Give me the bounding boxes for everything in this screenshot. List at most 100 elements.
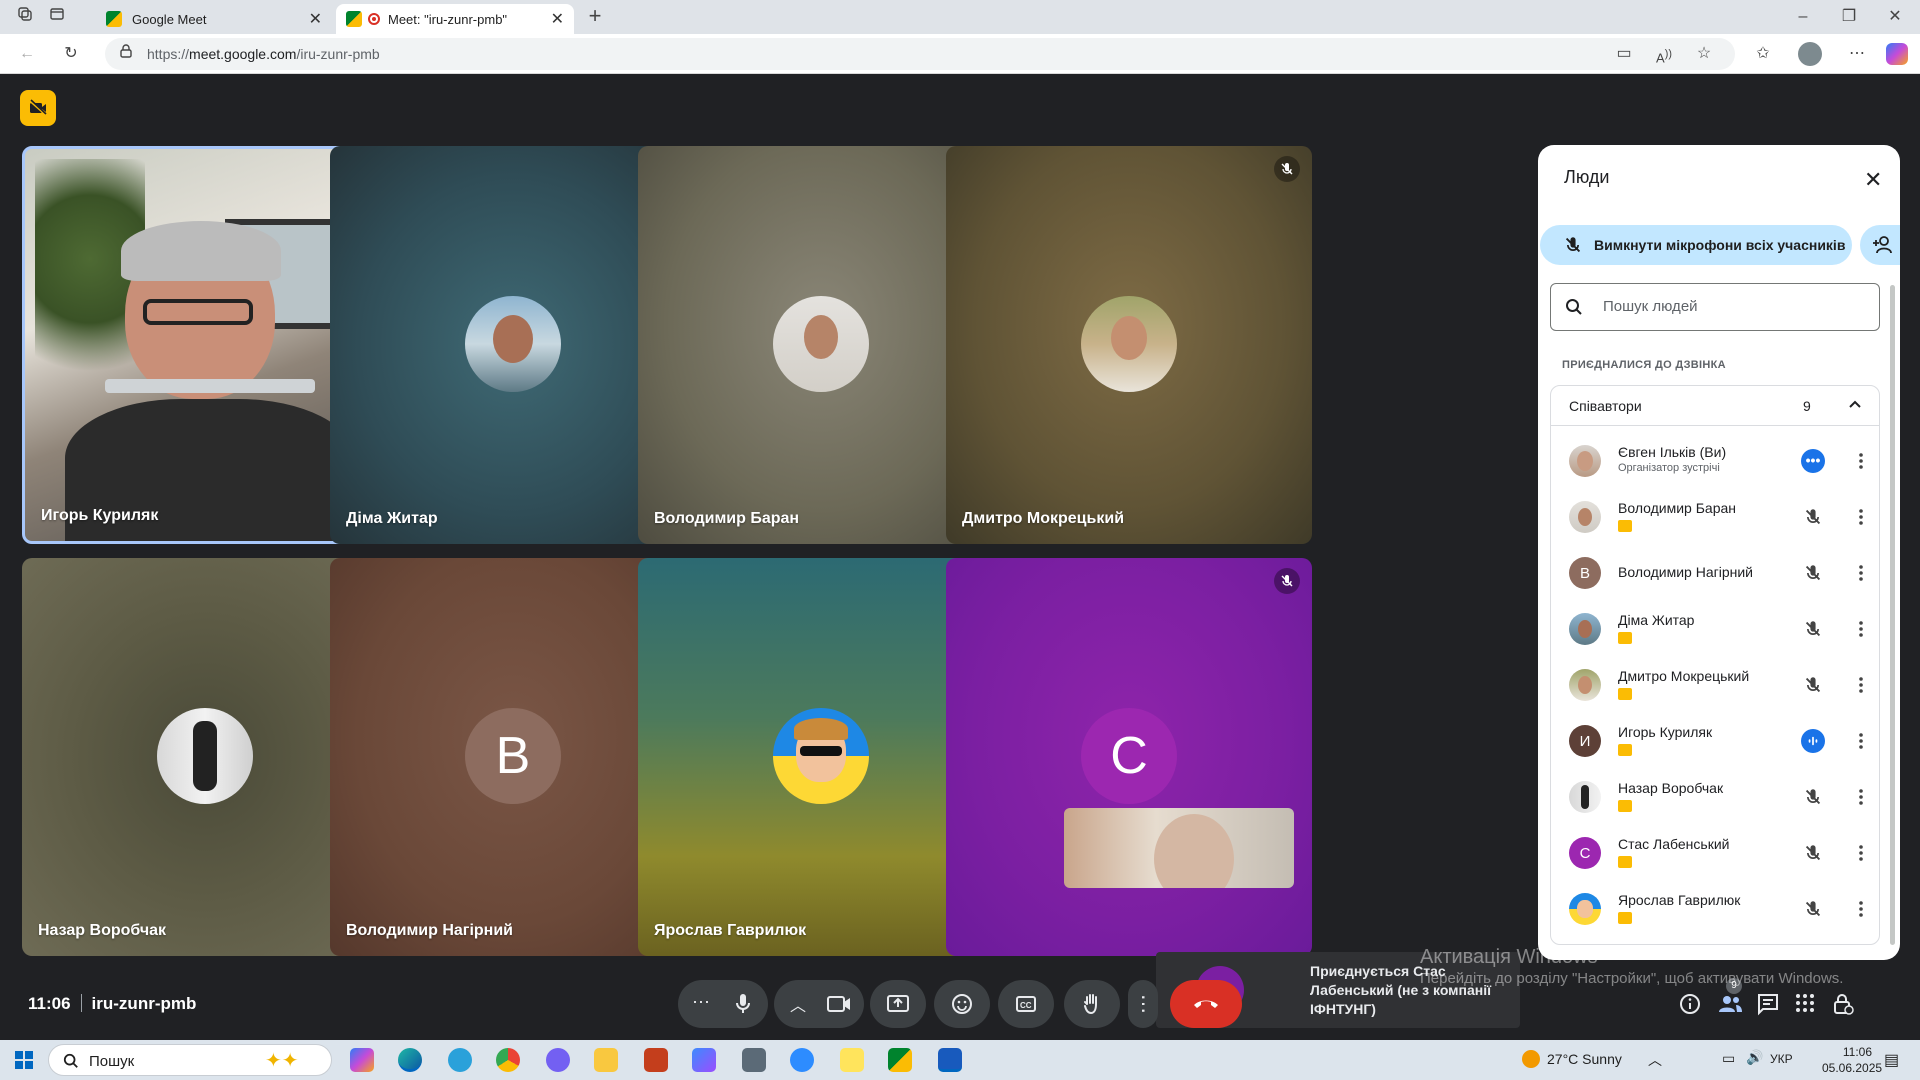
profile-avatar[interactable]: [1798, 42, 1822, 66]
clock[interactable]: 11:06 05.06.2025: [1822, 1044, 1882, 1076]
more-options-button[interactable]: ⋯: [1128, 980, 1158, 1028]
powerpoint-app-icon[interactable]: [644, 1048, 668, 1072]
m365-app-icon[interactable]: [692, 1048, 716, 1072]
favorite-star-icon[interactable]: ☆: [1693, 43, 1715, 65]
chat-icon[interactable]: [1756, 992, 1780, 1016]
taskbar-search[interactable]: Пошук ✦✦: [48, 1044, 332, 1076]
search-people-field[interactable]: Пошук людей: [1550, 283, 1880, 331]
copilot-app-icon[interactable]: [350, 1048, 374, 1072]
word-app-icon[interactable]: [938, 1048, 962, 1072]
more-vert-icon[interactable]: [1849, 897, 1873, 921]
participant-row[interactable]: Назар Воробчак: [1551, 769, 1879, 825]
activities-icon[interactable]: [1794, 992, 1818, 1016]
present-button[interactable]: [870, 980, 926, 1028]
recording-badge-icon: [1618, 856, 1632, 868]
mic-icon[interactable]: [732, 992, 754, 1021]
participant-row[interactable]: И Игорь Куриляк: [1551, 713, 1879, 769]
copilot-icon[interactable]: [1886, 43, 1908, 65]
weather-text[interactable]: 27°C Sunny: [1547, 1051, 1622, 1067]
volume-icon[interactable]: 🔊: [1746, 1049, 1763, 1066]
meet-app-icon[interactable]: [888, 1048, 912, 1072]
mic-off-icon[interactable]: [1801, 617, 1825, 641]
participant-row[interactable]: Ярослав Гаврилюк: [1551, 881, 1879, 937]
more-vert-icon[interactable]: [1849, 729, 1873, 753]
meeting-info-icon[interactable]: [1678, 992, 1702, 1016]
start-icon[interactable]: [14, 1050, 34, 1070]
audio-settings-icon[interactable]: ⋯: [692, 992, 710, 1013]
self-view-video[interactable]: [1064, 808, 1294, 888]
language-indicator[interactable]: УКР: [1770, 1052, 1793, 1066]
mic-off-icon[interactable]: [1801, 841, 1825, 865]
tray-chevron-icon[interactable]: ︿: [1648, 1050, 1662, 1070]
close-panel-icon[interactable]: ✕: [1864, 167, 1882, 193]
participant-row[interactable]: В Володимир Нагірний: [1551, 545, 1879, 601]
close-icon[interactable]: ✕: [309, 9, 322, 29]
speaking-indicator-icon[interactable]: [1801, 729, 1825, 753]
more-vert-icon[interactable]: [1849, 617, 1873, 641]
zoom-app-icon[interactable]: [790, 1048, 814, 1072]
mute-all-button[interactable]: Вимкнути мікрофони всіх учасників: [1540, 225, 1852, 265]
participant-row[interactable]: Володимир Баран: [1551, 489, 1879, 545]
workspaces-icon[interactable]: [14, 6, 36, 28]
more-actions-icon[interactable]: •••: [1801, 449, 1825, 473]
file-explorer-app-icon[interactable]: [594, 1048, 618, 1072]
participant-avatar: [773, 708, 869, 804]
raise-hand-button[interactable]: [1064, 980, 1120, 1028]
close-icon[interactable]: ✕: [551, 9, 564, 29]
more-vert-icon[interactable]: [1849, 505, 1873, 529]
telegram-app-icon[interactable]: [448, 1048, 472, 1072]
participant-row[interactable]: С Стас Лабенський: [1551, 825, 1879, 881]
more-vert-icon[interactable]: [1849, 673, 1873, 697]
captions-button[interactable]: CC: [998, 980, 1054, 1028]
notifications-icon[interactable]: ▤: [1884, 1050, 1899, 1070]
chevron-up-icon[interactable]: [1847, 396, 1863, 417]
url-bar[interactable]: https://meet.google.com/iru-zunr-pmb ▭ A…: [105, 38, 1735, 70]
edge-app-icon[interactable]: [398, 1048, 422, 1072]
read-aloud-icon[interactable]: A)): [1653, 43, 1675, 65]
add-people-button[interactable]: [1860, 225, 1900, 265]
back-icon[interactable]: ←: [16, 43, 38, 65]
lock-icon[interactable]: [115, 43, 137, 65]
video-tile[interactable]: С: [946, 558, 1312, 956]
more-vert-icon[interactable]: [1849, 841, 1873, 865]
participant-row[interactable]: Євген Ільків (Ви) Організатор зустрічі •…: [1551, 433, 1879, 489]
recording-badge-icon: [1618, 520, 1632, 532]
network-icon[interactable]: ▭: [1722, 1050, 1735, 1067]
more-vert-icon[interactable]: [1849, 785, 1873, 809]
chrome-app-icon[interactable]: [496, 1048, 520, 1072]
more-vert-icon[interactable]: [1849, 449, 1873, 473]
sticky-notes-app-icon[interactable]: [840, 1048, 864, 1072]
mic-off-icon[interactable]: [1801, 505, 1825, 529]
tab-actions-icon[interactable]: [46, 6, 68, 28]
minimize-icon[interactable]: –: [1792, 6, 1814, 28]
video-settings-icon[interactable]: ︿: [790, 992, 806, 1016]
weather-icon[interactable]: [1522, 1050, 1540, 1068]
video-tile[interactable]: Дмитро Мокрецький: [946, 146, 1312, 544]
favorites-icon[interactable]: ✩: [1752, 43, 1774, 65]
viber-app-icon[interactable]: [546, 1048, 570, 1072]
more-vert-icon[interactable]: [1849, 561, 1873, 585]
maximize-icon[interactable]: ❐: [1838, 6, 1860, 28]
mic-off-icon[interactable]: [1801, 561, 1825, 585]
group-header[interactable]: Співавтори 9: [1551, 386, 1879, 426]
mic-off-icon[interactable]: [1801, 673, 1825, 697]
leave-call-button[interactable]: [1170, 980, 1242, 1028]
close-window-icon[interactable]: ✕: [1884, 6, 1906, 28]
reload-icon[interactable]: ↻: [60, 43, 82, 65]
host-controls-icon[interactable]: [1832, 992, 1856, 1016]
tab-meet-call[interactable]: Meet: "iru-zunr-pmb" ✕: [336, 4, 574, 34]
more-icon[interactable]: ⋯: [1846, 43, 1868, 65]
mic-off-icon[interactable]: [1801, 785, 1825, 809]
panel-scrollbar[interactable]: [1890, 285, 1895, 945]
people-button[interactable]: 9: [1716, 978, 1744, 1016]
camera-in-use-icon[interactable]: ▭: [1613, 43, 1635, 65]
reactions-button[interactable]: [934, 980, 990, 1028]
participant-row[interactable]: Діма Житар: [1551, 601, 1879, 657]
new-tab-icon[interactable]: +: [584, 5, 606, 27]
recording-indicator-icon[interactable]: [20, 90, 56, 126]
tab-google-meet[interactable]: Google Meet ✕: [96, 4, 332, 34]
camera-icon[interactable]: [826, 992, 852, 1021]
calculator-app-icon[interactable]: [742, 1048, 766, 1072]
participant-row[interactable]: Дмитро Мокрецький: [1551, 657, 1879, 713]
mic-off-icon[interactable]: [1801, 897, 1825, 921]
